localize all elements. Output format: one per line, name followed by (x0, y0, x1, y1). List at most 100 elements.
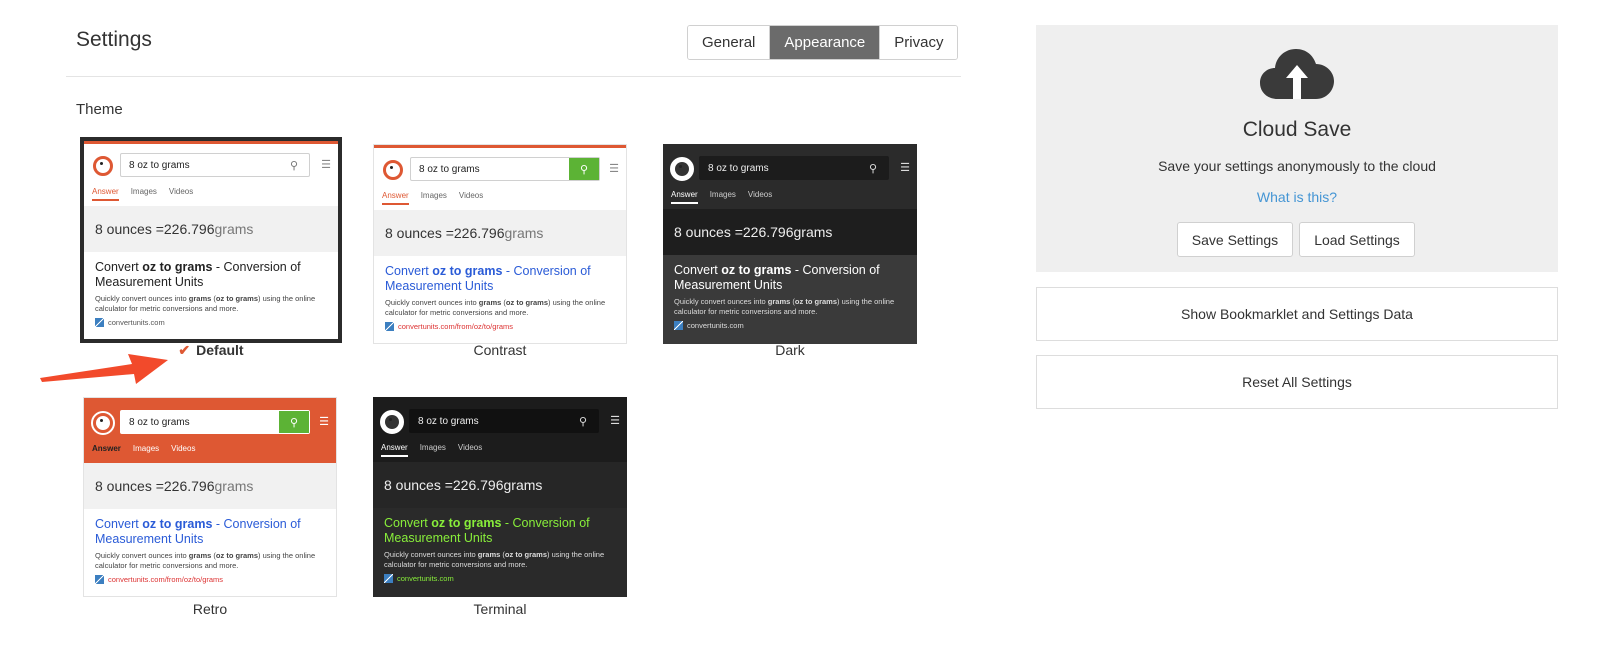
preview-result: Convert oz to grams - Conversion of Meas… (84, 252, 338, 327)
preview-result-url: convertunits.com (384, 574, 616, 583)
cloud-save-title: Cloud Save (1242, 118, 1352, 141)
header-divider (66, 76, 961, 77)
preview-result-snippet: Quickly convert ounces into grams (oz to… (95, 294, 316, 313)
preview-result: Convert oz to grams - Conversion of Meas… (663, 255, 917, 330)
settings-tabs: General Appearance Privacy (687, 25, 959, 60)
preview-result-title: Convert oz to grams - Conversion of Meas… (674, 263, 880, 292)
preview-result-url: convertunits.com (674, 321, 906, 330)
tab-privacy[interactable]: Privacy (880, 26, 958, 59)
preview-result-title: Convert oz to grams - Conversion of Meas… (384, 516, 590, 545)
preview-result-snippet: Quickly convert ounces into grams (oz to… (95, 551, 316, 570)
hamburger-menu-icon: ☰ (609, 163, 619, 175)
preview-search-box: 8 oz to grams ⚲ (410, 157, 600, 181)
preview-nav-images: Images (709, 190, 736, 199)
theme-label-dark[interactable]: Dark (663, 342, 917, 358)
theme-preview-retro[interactable]: 8 oz to grams ⚲ ☰ Answer Images Videos 8… (83, 397, 337, 597)
preview-search-box: 8 oz to grams ⚲ (699, 156, 889, 180)
preview-header: 8 oz to grams ⚲ ☰ Answer Images Videos (374, 148, 626, 210)
show-bookmarklet-button[interactable]: Show Bookmarklet and Settings Data (1036, 287, 1558, 341)
preview-nav-answer: Answer (671, 190, 698, 204)
preview-query: 8 oz to grams (418, 415, 479, 427)
duck-logo-icon (91, 411, 115, 435)
theme-preview-contrast[interactable]: 8 oz to grams ⚲ ☰ Answer Images Videos 8… (373, 144, 627, 344)
theme-label-contrast[interactable]: Contrast (373, 342, 627, 358)
preview-nav-answer: Answer (92, 444, 121, 453)
cloud-save-subtitle: Save your settings anonymously to the cl… (1158, 158, 1436, 174)
reset-all-settings-button[interactable]: Reset All Settings (1036, 355, 1558, 409)
preview-nav-videos: Videos (168, 187, 194, 196)
save-settings-button[interactable]: Save Settings (1177, 222, 1293, 257)
theme-name: Retro (192, 601, 228, 617)
preview-result-url: convertunits.com/from/oz/to/grams (95, 575, 325, 584)
search-icon: ⚲ (289, 159, 299, 172)
preview-nav-answer: Answer (92, 187, 119, 201)
preview-nav-images: Images (130, 187, 157, 196)
hamburger-menu-icon: ☰ (900, 162, 910, 174)
theme-preview-default[interactable]: 8 oz to grams ⚲ ☰ Answer Images Videos 8… (80, 137, 342, 343)
preview-result-title: Convert oz to grams - Conversion of Meas… (95, 517, 301, 546)
favicon-icon (385, 322, 394, 331)
theme-name: Terminal (473, 601, 527, 617)
preview-nav-videos: Videos (171, 444, 196, 453)
cloud-upload-icon (1260, 49, 1334, 99)
theme-label-terminal[interactable]: Terminal (373, 601, 627, 617)
preview-header: 8 oz to grams ⚲ ☰ Answer Images Videos (84, 401, 336, 463)
page-title: Settings (76, 28, 152, 51)
theme-section-label: Theme (76, 101, 123, 118)
hamburger-menu-icon: ☰ (319, 416, 329, 428)
preview-result-title: Convert oz to grams - Conversion of Meas… (385, 264, 591, 293)
red-arrow-annotation (40, 354, 168, 384)
preview-answer: 8 ounces = 226.796 grams (84, 463, 336, 509)
preview-result-snippet: Quickly convert ounces into grams (oz to… (674, 297, 895, 316)
cloud-save-panel: Cloud Save Save your settings anonymousl… (1036, 25, 1558, 272)
preview-query: 8 oz to grams (129, 159, 190, 171)
preview-nav-images: Images (419, 443, 446, 452)
theme-name: Dark (775, 342, 805, 358)
preview-nav-videos: Videos (457, 443, 483, 452)
favicon-icon (95, 318, 104, 327)
preview-nav-answer: Answer (382, 191, 409, 205)
preview-search-box: 8 oz to grams ⚲ (120, 153, 310, 177)
duck-logo-icon (381, 158, 405, 182)
duck-logo-icon (380, 410, 404, 434)
hamburger-menu-icon: ☰ (610, 415, 620, 427)
theme-preview-dark[interactable]: 8 oz to grams ⚲ ☰ Answer Images Videos 8… (663, 144, 917, 344)
search-icon: ⚲ (578, 415, 588, 428)
preview-nav-videos: Videos (747, 190, 773, 199)
load-settings-button[interactable]: Load Settings (1299, 222, 1415, 257)
preview-answer: 8 ounces = 226.796 grams (374, 210, 626, 256)
preview-answer: 8 ounces = 226.796 grams (84, 206, 338, 252)
favicon-icon (674, 321, 683, 330)
search-icon: ⚲ (279, 411, 309, 433)
preview-search-box: 8 oz to grams ⚲ (409, 409, 599, 433)
duck-logo-icon (91, 154, 115, 178)
hamburger-menu-icon: ☰ (321, 159, 331, 171)
favicon-icon (95, 575, 104, 584)
preview-result-url: convertunits.com/from/oz/to/grams (385, 322, 615, 331)
search-icon: ⚲ (569, 158, 599, 180)
preview-nav-images: Images (420, 191, 447, 200)
preview-query: 8 oz to grams (129, 416, 190, 428)
duck-logo-icon (670, 157, 694, 181)
preview-header: 8 oz to grams ⚲ ☰ Answer Images Videos (84, 144, 338, 206)
theme-preview-terminal[interactable]: 8 oz to grams ⚲ ☰ Answer Images Videos 8… (373, 397, 627, 597)
checkmark-icon: ✔ (178, 342, 191, 358)
preview-result-url: convertunits.com (95, 318, 327, 327)
what-is-this-link[interactable]: What is this? (1036, 189, 1558, 205)
preview-nav: Answer Images Videos (381, 443, 482, 457)
theme-name: Default (196, 342, 244, 358)
preview-result: Convert oz to grams - Conversion of Meas… (84, 509, 336, 584)
preview-nav: Answer Images Videos (92, 444, 195, 456)
preview-answer: 8 ounces = 226.796 grams (373, 462, 627, 508)
preview-query: 8 oz to grams (708, 162, 769, 174)
preview-header: 8 oz to grams ⚲ ☰ Answer Images Videos (373, 400, 627, 462)
preview-result: Convert oz to grams - Conversion of Meas… (373, 508, 627, 583)
preview-nav: Answer Images Videos (92, 187, 193, 201)
preview-result-snippet: Quickly convert ounces into grams (oz to… (384, 550, 605, 569)
tab-appearance[interactable]: Appearance (770, 26, 881, 59)
theme-label-retro[interactable]: Retro (83, 601, 337, 617)
preview-answer: 8 ounces = 226.796 grams (663, 209, 917, 255)
tab-general[interactable]: General (688, 26, 771, 59)
theme-name: Contrast (473, 342, 527, 358)
preview-query: 8 oz to grams (419, 163, 480, 175)
